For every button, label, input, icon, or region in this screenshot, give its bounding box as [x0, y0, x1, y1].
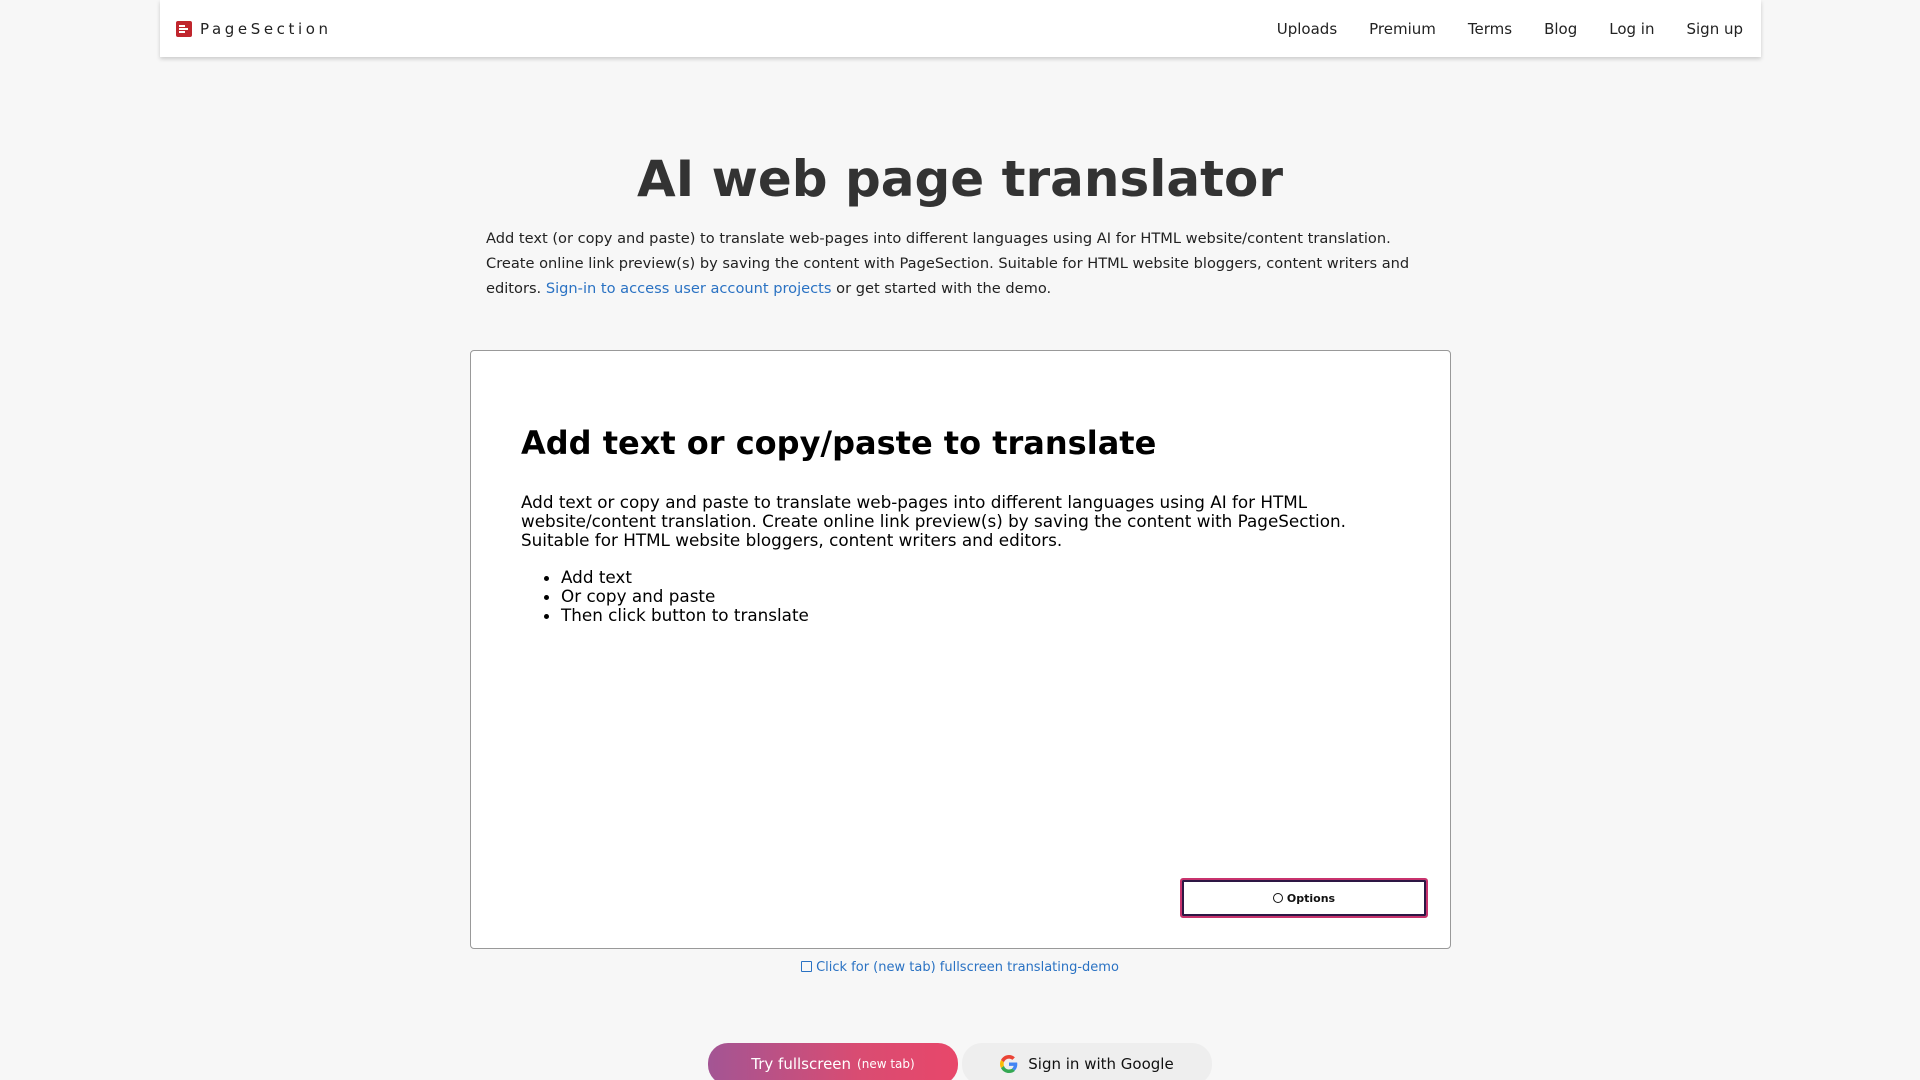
nav-link-premium[interactable]: Premium [1369, 20, 1436, 38]
nav-links: Uploads Premium Terms Blog Log in Sign u… [1277, 20, 1743, 38]
pagesection-logo-icon [176, 20, 192, 37]
nav-link-uploads[interactable]: Uploads [1277, 20, 1337, 38]
list-item: Then click button to translate [561, 606, 1401, 625]
try-fullscreen-sub: (new tab) [857, 1057, 915, 1071]
try-fullscreen-label: Try fullscreen [751, 1055, 852, 1073]
nav-link-sign-up[interactable]: Sign up [1686, 20, 1743, 38]
demo-editor-content[interactable]: Add text or copy/paste to translate Add … [521, 423, 1401, 625]
demo-paragraph: Add text or copy and paste to translate … [521, 492, 1346, 550]
top-navbar: PageSection Uploads Premium Terms Blog L… [160, 0, 1761, 57]
page-title: AI web page translator [636, 150, 1284, 208]
hero-description: Add text (or copy and paste) to translat… [486, 226, 1436, 301]
refresh-icon [1272, 893, 1283, 903]
list-item: Or copy and paste [561, 587, 1401, 606]
options-label: Options [1286, 891, 1336, 905]
demo-list: Add text Or copy and paste Then click bu… [521, 568, 1401, 625]
demo-heading: Add text or copy/paste to translate [521, 424, 1157, 462]
fullscreen-link-label: Click for (new tab) fullscreen translati… [816, 960, 1119, 975]
brand-logo[interactable]: PageSection [176, 20, 332, 38]
nav-link-terms[interactable]: Terms [1468, 20, 1512, 38]
hero-desc-text-end: or get started with the demo. [831, 280, 1052, 297]
options-button[interactable]: Options [1180, 878, 1428, 918]
nav-link-blog[interactable]: Blog [1544, 20, 1577, 38]
brand-name: PageSection [200, 19, 332, 38]
google-icon [1000, 1055, 1018, 1073]
external-link-icon [801, 961, 813, 972]
google-sign-in-label: Sign in with Google [1028, 1055, 1174, 1073]
fullscreen-demo-link[interactable]: Click for (new tab) fullscreen translati… [0, 960, 1920, 975]
list-item: Add text [561, 568, 1401, 587]
try-fullscreen-button[interactable]: Try fullscreen (new tab) [708, 1043, 958, 1080]
demo-editor-frame[interactable]: Add text or copy/paste to translate Add … [470, 350, 1451, 949]
nav-link-log-in[interactable]: Log in [1609, 20, 1654, 38]
sign-in-link[interactable]: Sign-in to access user account projects [546, 280, 832, 297]
google-sign-in-button[interactable]: Sign in with Google [962, 1043, 1212, 1080]
